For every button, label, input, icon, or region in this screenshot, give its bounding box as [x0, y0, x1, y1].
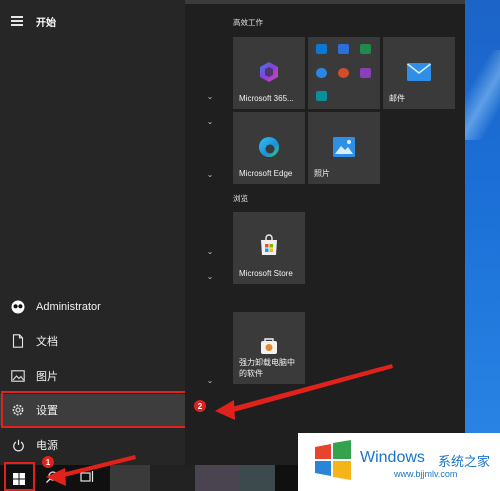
annotation-arrows [46, 364, 393, 486]
watermark-site-name: 系统之家 [438, 454, 491, 469]
step-badge-1: 1 [42, 456, 54, 468]
watermark: Windows 系统之家 www.bjjmlv.com [298, 433, 500, 491]
watermark-brand: Windows [360, 449, 425, 466]
step-badge-2: 2 [194, 400, 206, 412]
watermark-url: www.bjjmlv.com [394, 469, 458, 479]
watermark-logo-icon [312, 439, 354, 486]
